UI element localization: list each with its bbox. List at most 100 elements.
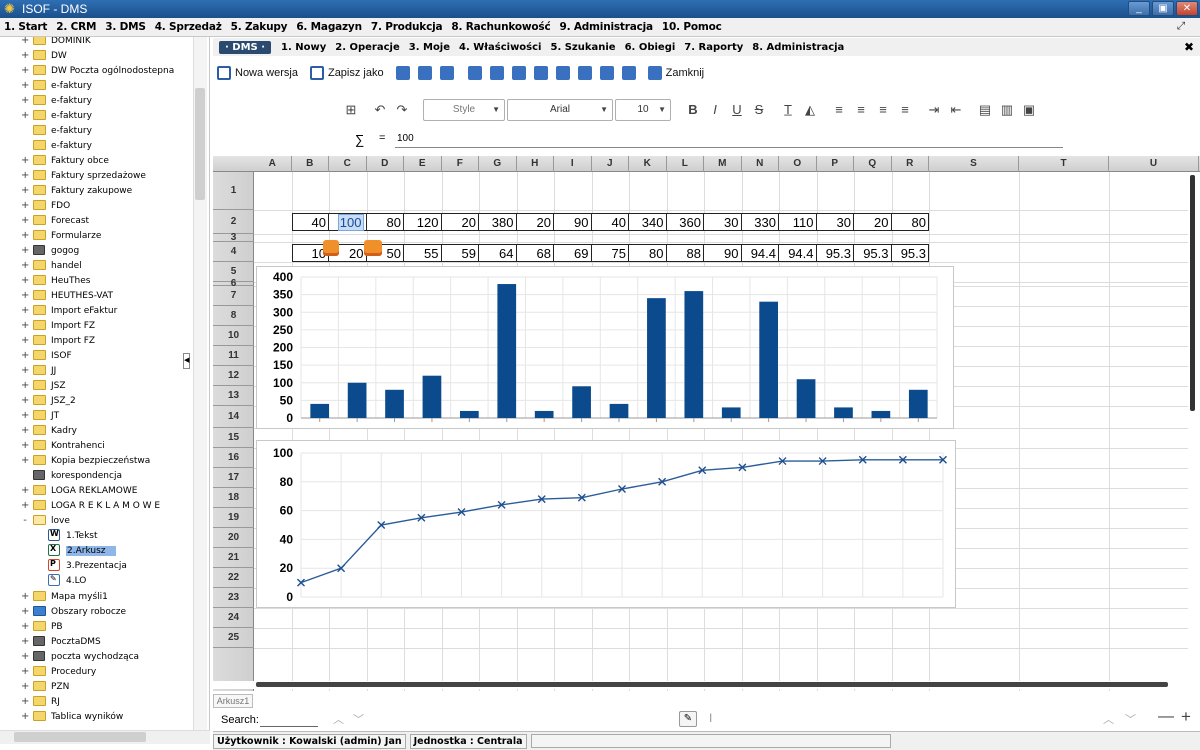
tree-toggle[interactable]: + [21, 681, 29, 692]
cell[interactable]: 80 [629, 244, 667, 262]
row-header[interactable]: 7 [213, 286, 254, 306]
row-header[interactable]: 20 [213, 528, 254, 548]
grid-vscroll-thumb[interactable] [1190, 175, 1195, 411]
tree-toggle[interactable]: + [21, 606, 29, 617]
zoom-out-icon[interactable]: — [1158, 708, 1174, 726]
tree-item[interactable]: + Faktury zakupowe [0, 183, 200, 198]
main-menu-item-1[interactable]: 1. Start [4, 21, 47, 33]
fill-handle-icon[interactable] [364, 240, 382, 256]
cell[interactable]: 380 [479, 213, 517, 231]
column-header[interactable]: I [554, 156, 592, 172]
cell[interactable]: 20 [516, 213, 554, 231]
tree-toggle[interactable]: + [21, 666, 29, 677]
column-header[interactable]: K [629, 156, 667, 172]
grid-hscroll-thumb[interactable] [256, 682, 1168, 687]
image-icon[interactable]: ▣ [1021, 102, 1037, 118]
column-header[interactable]: C [329, 156, 367, 172]
tree-child-item[interactable]: ✎ 4.LO [0, 573, 200, 588]
search-prev-icon[interactable]: ︿ [333, 711, 344, 727]
cell[interactable]: 80 [366, 213, 404, 231]
column-header[interactable]: L [667, 156, 704, 172]
exit-icon[interactable] [647, 66, 662, 80]
move-icon[interactable] [577, 66, 592, 80]
tree-toggle[interactable]: + [21, 591, 29, 602]
tree-toggle[interactable]: + [21, 275, 29, 286]
tree-toggle[interactable]: + [21, 410, 29, 421]
tree-item[interactable]: + DW Poczta ogólnodostepna [0, 63, 200, 78]
tree-toggle[interactable]: + [21, 305, 29, 316]
font-select[interactable]: Arial ▼ [507, 99, 613, 121]
tree-child-item[interactable]: X 2.Arkusz [0, 543, 200, 558]
row-header[interactable]: 11 [213, 346, 254, 366]
column-header[interactable]: F [442, 156, 479, 172]
row-header[interactable]: 4 [213, 242, 254, 262]
column-header[interactable]: B [292, 156, 329, 172]
favorite-icon[interactable] [621, 66, 636, 80]
column-header[interactable]: D [367, 156, 404, 172]
tree-item[interactable]: + gogog [0, 243, 200, 258]
row-header[interactable]: 13 [213, 386, 254, 406]
column-header[interactable]: H [517, 156, 554, 172]
cell[interactable]: 80 [891, 213, 929, 231]
column-header[interactable]: M [704, 156, 742, 172]
tree-toggle[interactable]: + [21, 696, 29, 707]
row-header[interactable]: 2 [213, 210, 254, 234]
cell[interactable]: 30 [816, 213, 854, 231]
tree-item[interactable]: + Obszary robocze [0, 604, 200, 619]
tree-item[interactable]: + ISOF [0, 348, 200, 363]
tree-item[interactable]: + PZN [0, 679, 200, 694]
save-as-icon[interactable] [309, 66, 324, 80]
close-document-icon[interactable]: ✖ [1184, 40, 1194, 54]
new-version-button[interactable]: Nowa wersja [235, 67, 298, 79]
submenu-item-3[interactable]: 3. Moje [409, 42, 450, 53]
column-header[interactable]: T [1019, 156, 1109, 172]
tree-toggle[interactable]: + [21, 621, 29, 632]
align-justify-icon[interactable]: ≡ [897, 102, 913, 118]
email-icon[interactable] [417, 66, 432, 80]
tree-item[interactable]: + Kopia bezpieczeństwa [0, 453, 200, 468]
tree-toggle[interactable]: + [21, 65, 29, 76]
strike-button[interactable]: S [751, 102, 767, 118]
cell[interactable]: 90 [704, 244, 742, 262]
row-header[interactable]: 23 [213, 588, 254, 608]
row-header[interactable]: 17 [213, 468, 254, 488]
tree-toggle[interactable]: + [21, 37, 29, 46]
tree-toggle[interactable]: + [21, 380, 29, 391]
align-center-icon[interactable]: ≡ [853, 102, 869, 118]
tree-item[interactable]: - love [0, 513, 200, 528]
line-chart[interactable]: 0 20 40 60 80 100 [256, 440, 956, 608]
main-menu-item-4[interactable]: 4. Sprzedaż [155, 21, 222, 33]
tree-toggle[interactable]: + [21, 711, 29, 722]
tree-item[interactable]: + LOGA REKLAMOWE [0, 483, 200, 498]
row-header[interactable]: 16 [213, 448, 254, 468]
cell[interactable]: 95.3 [816, 244, 854, 262]
refresh-icon[interactable] [555, 66, 570, 80]
main-menu-item-2[interactable]: 2. CRM [56, 21, 96, 33]
cell[interactable]: 20 [441, 213, 479, 231]
tree-item[interactable]: + Faktury sprzedażowe [0, 168, 200, 183]
cell[interactable]: 95.3 [891, 244, 929, 262]
tree-item[interactable]: + JSZ [0, 378, 200, 393]
info-icon[interactable] [467, 66, 482, 80]
tree-item[interactable]: + DW [0, 48, 200, 63]
sum-icon[interactable]: ∑ [355, 132, 364, 147]
cell[interactable]: 64 [479, 244, 517, 262]
tree-toggle[interactable]: + [21, 95, 29, 106]
tree-item[interactable]: + Import eFaktur [0, 303, 200, 318]
tree-item[interactable]: + e-faktury [0, 93, 200, 108]
undo-icon[interactable]: ↶ [372, 102, 388, 118]
tree-toggle[interactable]: + [21, 170, 29, 181]
tree-item[interactable]: e-faktury [0, 123, 200, 138]
minimize-button[interactable]: _ [1128, 1, 1150, 16]
tree-toggle[interactable]: + [21, 425, 29, 436]
cell[interactable]: 20 [854, 213, 892, 231]
align-left-icon[interactable]: ≡ [831, 102, 847, 118]
tree-toggle[interactable]: + [21, 260, 29, 271]
main-menu-item-3[interactable]: 3. DMS [105, 21, 146, 33]
column-header[interactable]: R [892, 156, 929, 172]
maximize-button[interactable]: ▣ [1152, 1, 1174, 16]
restore-icon[interactable]: ⤢ [1177, 20, 1185, 33]
tree-item[interactable]: + Forecast [0, 213, 200, 228]
redo-icon[interactable]: ↷ [394, 102, 410, 118]
row-header[interactable]: 8 [213, 306, 254, 326]
